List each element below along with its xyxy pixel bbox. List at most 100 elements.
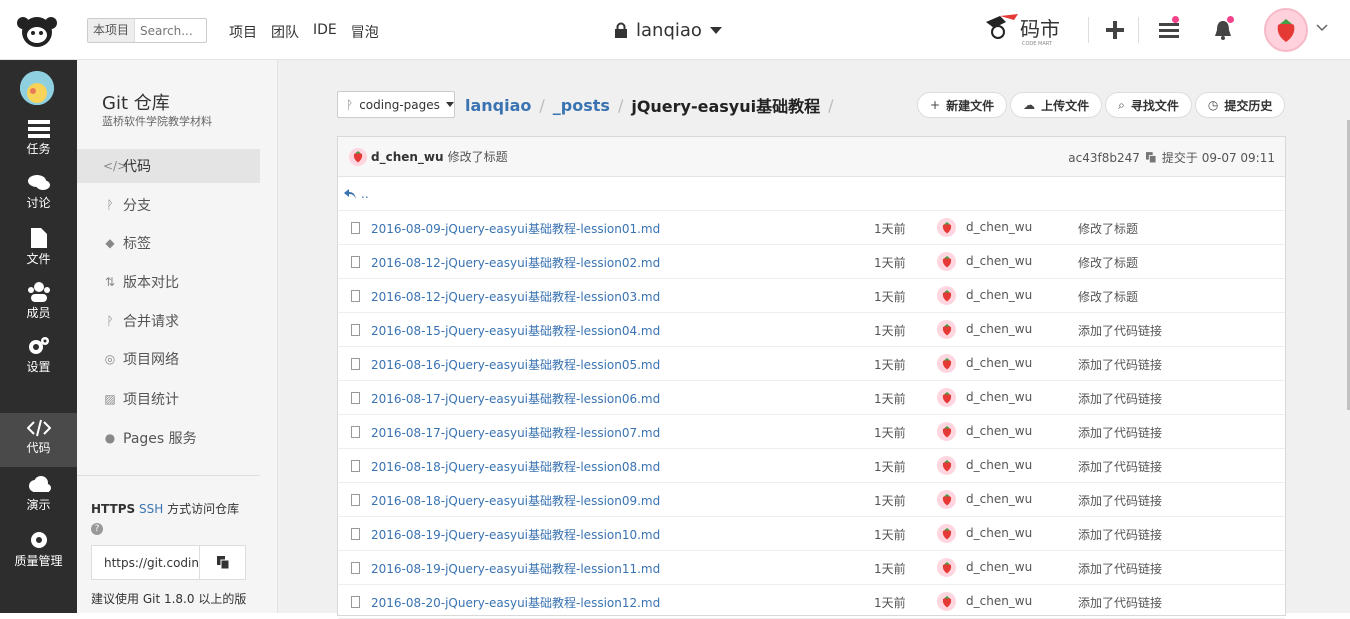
table-row[interactable]: 2016-08-19-jQuery-easyui基础教程-lession10.m… xyxy=(338,517,1285,551)
upload-file-button[interactable]: ☁ 上传文件 xyxy=(1010,92,1103,118)
file-author[interactable]: d_chen_wu xyxy=(966,390,1032,404)
rail-item-members[interactable]: 成员 xyxy=(0,276,77,330)
file-author[interactable]: d_chen_wu xyxy=(966,424,1032,438)
file-author[interactable]: d_chen_wu xyxy=(966,458,1032,472)
coding-logo[interactable] xyxy=(14,12,60,48)
search-scope[interactable]: 本项目 xyxy=(88,19,136,42)
avatar[interactable] xyxy=(937,592,956,611)
file-author[interactable]: d_chen_wu xyxy=(966,492,1032,506)
file-name-link[interactable]: 2016-08-20-jQuery-easyui基础教程-lession12.m… xyxy=(371,594,660,611)
ssh-toggle[interactable]: SSH xyxy=(139,502,163,516)
rail-item-code[interactable]: 代码 xyxy=(0,413,77,467)
table-row[interactable]: 2016-08-15-jQuery-easyui基础教程-lession04.m… xyxy=(338,313,1285,347)
parent-directory-link[interactable]: .. xyxy=(338,177,1285,211)
file-commit-message[interactable]: 添加了代码链接 xyxy=(1078,458,1162,475)
file-name-link[interactable]: 2016-08-17-jQuery-easyui基础教程-lession07.m… xyxy=(371,424,660,441)
rail-item-settings[interactable]: 设置 xyxy=(0,330,77,384)
commit-message[interactable]: 修改了标题 xyxy=(448,148,508,165)
breadcrumb-folder[interactable]: _posts xyxy=(553,96,610,115)
copy-icon[interactable] xyxy=(1145,152,1156,163)
sidebar-item-compare[interactable]: ⇅ 版本对比 xyxy=(77,265,260,299)
https-toggle[interactable]: HTTPS xyxy=(91,502,135,516)
rail-item-discussion[interactable]: 讨论 xyxy=(0,168,77,222)
table-row[interactable]: 2016-08-17-jQuery-easyui基础教程-lession07.m… xyxy=(338,415,1285,449)
sidebar-item-stats[interactable]: ▨ 项目统计 xyxy=(77,382,260,416)
file-commit-message[interactable]: 添加了代码链接 xyxy=(1078,424,1162,441)
search-input[interactable] xyxy=(135,23,202,38)
nav-projects[interactable]: 项目 xyxy=(229,22,257,42)
rail-item-demo[interactable]: 演示 xyxy=(0,470,77,524)
file-commit-message[interactable]: 修改了标题 xyxy=(1078,254,1138,271)
avatar[interactable] xyxy=(937,286,956,305)
file-author[interactable]: d_chen_wu xyxy=(966,594,1032,608)
rail-item-files[interactable]: 文件 xyxy=(0,222,77,276)
commit-history-button[interactable]: ◷ 提交历史 xyxy=(1194,92,1286,118)
search-box[interactable]: 本项目 xyxy=(87,18,207,43)
avatar[interactable] xyxy=(937,524,956,543)
file-name-link[interactable]: 2016-08-17-jQuery-easyui基础教程-lession06.m… xyxy=(371,390,660,407)
avatar[interactable] xyxy=(937,320,956,339)
table-row[interactable]: 2016-08-16-jQuery-easyui基础教程-lession05.m… xyxy=(338,347,1285,381)
rail-item-tasks[interactable]: 任务 xyxy=(0,114,77,168)
avatar[interactable] xyxy=(937,456,956,475)
avatar[interactable] xyxy=(937,490,956,509)
avatar[interactable] xyxy=(937,422,956,441)
file-name-link[interactable]: 2016-08-12-jQuery-easyui基础教程-lession03.m… xyxy=(371,288,660,305)
sidebar-item-network[interactable]: ◎ 项目网络 xyxy=(77,342,260,376)
sidebar-item-pages[interactable]: ● Pages 服务 xyxy=(77,421,260,455)
sidebar-item-code[interactable]: </> 代码 xyxy=(77,149,260,183)
file-commit-message[interactable]: 修改了标题 xyxy=(1078,288,1138,305)
help-icon[interactable]: ? xyxy=(91,523,103,535)
table-row[interactable]: 2016-08-12-jQuery-easyui基础教程-lession02.m… xyxy=(338,245,1285,279)
table-row[interactable]: 2016-08-19-jQuery-easyui基础教程-lession11.m… xyxy=(338,551,1285,585)
find-file-button[interactable]: ⌕ 寻找文件 xyxy=(1105,92,1192,118)
avatar[interactable] xyxy=(349,147,367,166)
file-author[interactable]: d_chen_wu xyxy=(966,220,1032,234)
file-commit-message[interactable]: 添加了代码链接 xyxy=(1078,356,1162,373)
new-file-button[interactable]: + 新建文件 xyxy=(917,92,1008,118)
file-author[interactable]: d_chen_wu xyxy=(966,356,1032,370)
file-commit-message[interactable]: 添加了代码链接 xyxy=(1078,594,1162,611)
avatar[interactable] xyxy=(937,558,956,577)
sidebar-item-branches[interactable]: ᚹ 分支 xyxy=(77,188,260,222)
table-row[interactable]: 2016-08-12-jQuery-easyui基础教程-lession03.m… xyxy=(338,279,1285,313)
project-switcher[interactable]: lanqiao xyxy=(614,20,722,41)
file-name-link[interactable]: 2016-08-12-jQuery-easyui基础教程-lession02.m… xyxy=(371,254,660,271)
file-author[interactable]: d_chen_wu xyxy=(966,288,1032,302)
file-commit-message[interactable]: 修改了标题 xyxy=(1078,220,1138,237)
sidebar-item-tags[interactable]: ◆ 标签 xyxy=(77,226,260,260)
commit-hash[interactable]: ac43f8b247 xyxy=(1068,151,1140,165)
table-row[interactable]: 2016-08-09-jQuery-easyui基础教程-lession01.m… xyxy=(338,211,1285,245)
table-row[interactable]: 2016-08-20-jQuery-easyui基础教程-lession12.m… xyxy=(338,585,1285,619)
rail-item-quality[interactable]: 质量管理 xyxy=(0,524,77,578)
table-row[interactable]: 2016-08-18-jQuery-easyui基础教程-lession09.m… xyxy=(338,483,1285,517)
avatar[interactable] xyxy=(937,218,956,237)
file-author[interactable]: d_chen_wu xyxy=(966,322,1032,336)
nav-bubble[interactable]: 冒泡 xyxy=(351,22,379,42)
file-commit-message[interactable]: 添加了代码链接 xyxy=(1078,560,1162,577)
file-name-link[interactable]: 2016-08-18-jQuery-easyui基础教程-lession08.m… xyxy=(371,458,660,475)
file-name-link[interactable]: 2016-08-18-jQuery-easyui基础教程-lession09.m… xyxy=(371,492,660,509)
plus-icon[interactable] xyxy=(1103,18,1127,42)
file-commit-message[interactable]: 添加了代码链接 xyxy=(1078,322,1162,339)
breadcrumb-repo[interactable]: lanqiao xyxy=(465,96,531,115)
nav-ide[interactable]: IDE xyxy=(313,22,337,42)
file-name-link[interactable]: 2016-08-09-jQuery-easyui基础教程-lession01.m… xyxy=(371,220,660,237)
branch-selector[interactable]: ᚹ coding-pages xyxy=(337,91,455,118)
file-commit-message[interactable]: 添加了代码链接 xyxy=(1078,492,1162,509)
file-name-link[interactable]: 2016-08-19-jQuery-easyui基础教程-lession11.m… xyxy=(371,560,660,577)
project-avatar[interactable] xyxy=(20,71,54,105)
commit-author[interactable]: d_chen_wu xyxy=(371,150,444,164)
file-commit-message[interactable]: 添加了代码链接 xyxy=(1078,390,1162,407)
user-avatar[interactable] xyxy=(1264,8,1308,52)
avatar[interactable] xyxy=(937,354,956,373)
avatar[interactable] xyxy=(937,388,956,407)
clone-url-input[interactable] xyxy=(92,546,199,579)
nav-teams[interactable]: 团队 xyxy=(271,22,299,42)
chevron-down-icon[interactable] xyxy=(1316,24,1328,32)
file-name-link[interactable]: 2016-08-16-jQuery-easyui基础教程-lession05.m… xyxy=(371,356,660,373)
table-row[interactable]: 2016-08-18-jQuery-easyui基础教程-lession08.m… xyxy=(338,449,1285,483)
file-commit-message[interactable]: 添加了代码链接 xyxy=(1078,526,1162,543)
codemart-logo[interactable]: 码市 CODE MART xyxy=(982,10,1074,48)
copy-button[interactable] xyxy=(199,546,245,579)
